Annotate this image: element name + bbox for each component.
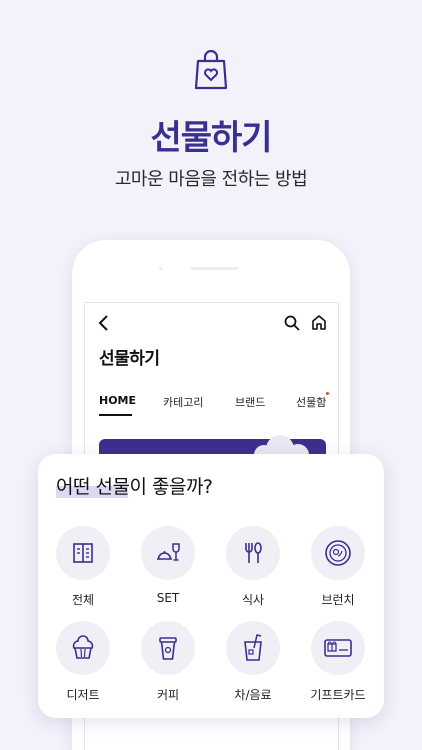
cloche-wine-icon bbox=[141, 526, 195, 580]
back-icon[interactable] bbox=[97, 315, 111, 331]
screen-title: 선물하기 bbox=[99, 349, 160, 369]
category-dessert[interactable]: 디저트 bbox=[48, 621, 118, 703]
phone-camera bbox=[159, 267, 163, 270]
category-set[interactable]: SET bbox=[133, 526, 203, 605]
card-title: 어떤 선물이 좋을까? bbox=[56, 476, 213, 498]
drink-cup-icon bbox=[226, 621, 280, 675]
hero-title: 선물하기 bbox=[150, 118, 272, 158]
gift-bag-icon bbox=[194, 50, 228, 90]
category-coffee[interactable]: 커피 bbox=[133, 621, 203, 703]
fork-spoon-icon bbox=[226, 526, 280, 580]
search-icon[interactable] bbox=[284, 315, 300, 331]
category-meal[interactable]: 식사 bbox=[218, 526, 288, 608]
category-tea-drink[interactable]: 차/음료 bbox=[218, 621, 288, 703]
category-label: 브런치 bbox=[321, 593, 355, 607]
gift-card-icon bbox=[311, 621, 365, 675]
menu-book-icon bbox=[56, 526, 110, 580]
category-label: 전체 bbox=[71, 593, 95, 607]
muffin-icon bbox=[56, 621, 110, 675]
category-label: 디저트 bbox=[66, 688, 100, 702]
notification-dot bbox=[326, 392, 329, 395]
tab-brand[interactable]: 브랜드 bbox=[235, 394, 265, 410]
category-label: SET bbox=[156, 591, 180, 605]
home-icon[interactable] bbox=[311, 314, 327, 330]
category-brunch[interactable]: 브런치 bbox=[303, 526, 373, 608]
category-label: 식사 bbox=[241, 593, 265, 607]
coffee-cup-icon bbox=[141, 621, 195, 675]
category-label: 차/음료 bbox=[234, 688, 272, 702]
phone-speaker bbox=[190, 267, 238, 270]
tab-home[interactable]: HOME bbox=[99, 394, 136, 407]
tab-active-indicator bbox=[99, 414, 132, 416]
category-all[interactable]: 전체 bbox=[48, 526, 118, 608]
tab-category[interactable]: 카테고리 bbox=[163, 394, 203, 410]
category-gift-card[interactable]: 기프트카드 bbox=[303, 621, 373, 703]
category-label: 커피 bbox=[156, 688, 180, 702]
tab-gift-box[interactable]: 선물함 bbox=[296, 394, 326, 410]
hero-subtitle: 고마운 마음을 전하는 방법 bbox=[114, 169, 308, 190]
category-label: 기프트카드 bbox=[310, 688, 366, 702]
plate-icon bbox=[311, 526, 365, 580]
